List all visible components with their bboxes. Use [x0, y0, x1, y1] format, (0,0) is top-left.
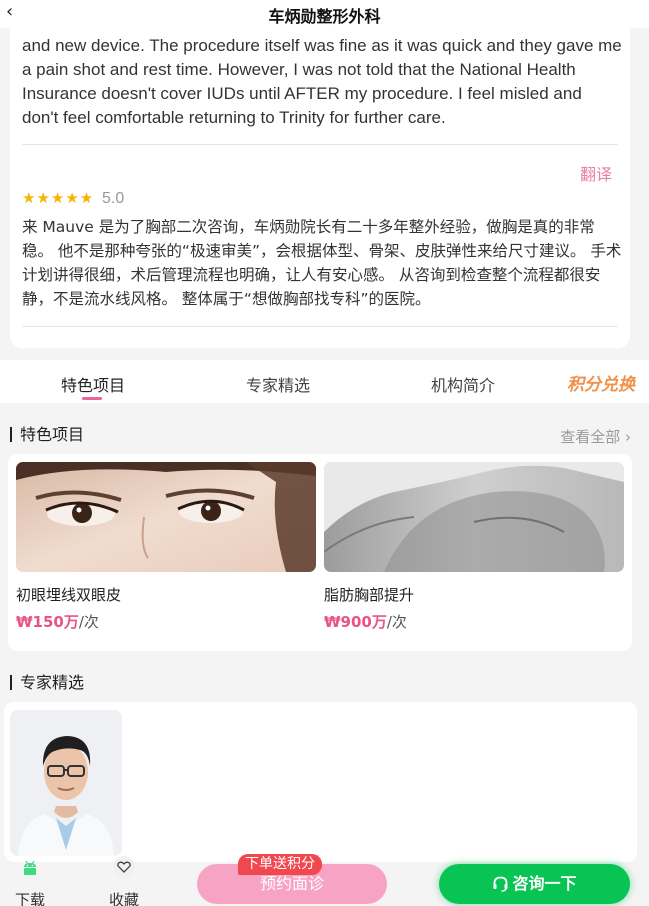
project-name: 脂肪胸部提升 — [324, 586, 415, 604]
bottom-action-bar: 下载 收藏 预约面诊 下单送积分 咨询一下 — [0, 854, 649, 906]
divider — [22, 144, 618, 145]
review-text-chinese: 来 Mauve 是为了胸部二次咨询，车炳勋院长有二十多年整外经验，做胸是真的非常… — [22, 218, 622, 308]
project-card-double-eyelid[interactable]: 初眼埋线双眼皮 ₩150万/次 — [16, 462, 316, 632]
featured-section-title: 特色项目 — [10, 427, 84, 443]
consult-button[interactable]: 咨询一下 — [439, 864, 630, 904]
top-header: ‹ 车炳勋整形外科 — [0, 0, 649, 28]
headset-icon — [493, 876, 508, 892]
price-unit: /次 — [78, 613, 99, 631]
view-all-link[interactable]: 查看全部 › — [560, 426, 631, 447]
project-price: ₩150万/次 — [16, 611, 316, 632]
featured-projects-card: 初眼埋线双眼皮 ₩150万/次 脂肪胸部提升 ₩900万/次 — [8, 454, 632, 651]
project-name: 初眼埋线双眼皮 — [16, 586, 122, 604]
project-price: ₩900万/次 — [324, 611, 624, 632]
rating-value: 5.0 — [102, 190, 125, 207]
heart-icon — [113, 856, 135, 878]
points-exchange-button[interactable]: 积分兑换 — [567, 370, 635, 395]
price-amount: ₩150万 — [16, 613, 79, 631]
expert-photo[interactable] — [10, 710, 122, 856]
download-label: 下载 — [14, 891, 45, 906]
divider — [22, 326, 618, 327]
tab-clinic-intro[interactable]: 机构简介 — [431, 372, 495, 396]
project-image-eyes — [16, 462, 316, 572]
review-text-english: and new device. The procedure itself was… — [22, 36, 622, 127]
price-unit: /次 — [386, 613, 407, 631]
download-button[interactable]: 下载 — [8, 854, 52, 906]
promo-badge: 下单送积分 — [238, 854, 322, 875]
experts-section-title: 专家精选 — [10, 675, 84, 691]
review-card: and new device. The procedure itself was… — [10, 28, 630, 348]
page-title: 车炳勋整形外科 — [268, 7, 381, 26]
favorite-label: 收藏 — [108, 891, 139, 906]
project-image-body — [324, 462, 624, 572]
favorite-button[interactable]: 收藏 — [102, 854, 146, 906]
tab-featured-projects[interactable]: 特色项目 — [61, 372, 125, 396]
active-tab-indicator — [82, 397, 102, 400]
project-card-fat-breast-lift[interactable]: 脂肪胸部提升 ₩900万/次 — [324, 462, 624, 632]
consult-label: 咨询一下 — [512, 874, 577, 893]
price-amount: ₩900万 — [324, 613, 387, 631]
experts-card — [4, 702, 637, 862]
android-icon — [24, 860, 36, 875]
chevron-right-icon: › — [625, 428, 631, 446]
view-all-label: 查看全部 — [560, 428, 621, 446]
tab-expert-picks[interactable]: 专家精选 — [246, 372, 310, 396]
translate-button[interactable]: 翻译 — [580, 161, 612, 185]
star-rating-icon: ★★★★★ — [22, 189, 95, 207]
section-tabs: 特色项目 专家精选 机构简介 积分兑换 — [0, 360, 649, 403]
